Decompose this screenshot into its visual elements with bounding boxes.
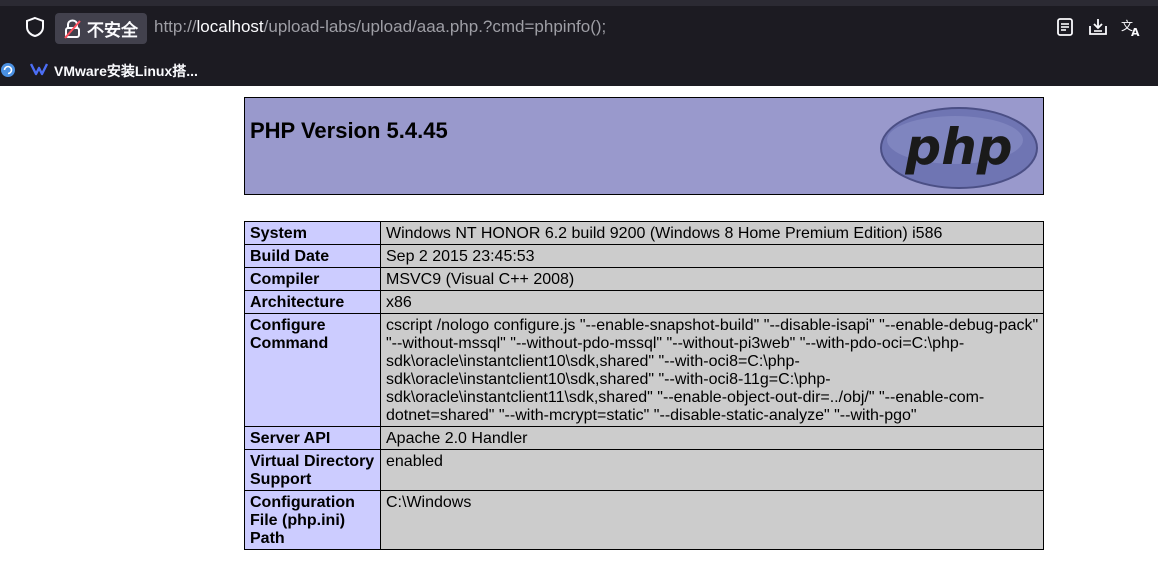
bookmark-favicon-icon[interactable]	[0, 62, 16, 78]
url-bar[interactable]: http://localhost/upload-labs/upload/aaa.…	[154, 17, 606, 37]
vmware-bookmark-icon	[30, 63, 48, 76]
info-row: Build Date Sep 2 2015 23:45:53	[244, 244, 1044, 268]
info-value: cscript /nologo configure.js "--enable-s…	[380, 313, 1044, 427]
info-key: Configuration File (php.ini) Path	[244, 490, 381, 550]
reader-view-icon[interactable]	[1055, 17, 1075, 37]
info-key: Build Date	[244, 244, 381, 268]
bookmark-vmware-linux[interactable]: VMware安装Linux搭...	[54, 61, 198, 81]
info-row: System Windows NT HONOR 6.2 build 9200 (W…	[244, 221, 1044, 245]
info-row: Compiler MSVC9 (Visual C++ 2008)	[244, 267, 1044, 291]
shield-icon[interactable]	[24, 16, 46, 38]
info-row: Architecture x86	[244, 290, 1044, 314]
info-value: Sep 2 2015 23:45:53	[380, 244, 1044, 268]
php-version-title: PHP Version 5.4.45	[250, 118, 448, 143]
security-indicator[interactable]: 不安全	[55, 13, 147, 44]
php-version-header: PHP Version 5.4.45 php	[244, 97, 1044, 195]
info-key: Virtual Directory Support	[244, 449, 381, 491]
info-key: System	[244, 221, 381, 245]
url-prefix: http://	[154, 17, 197, 36]
info-value: enabled	[380, 449, 1044, 491]
info-row: Virtual Directory Support enabled	[244, 449, 1044, 491]
php-logo-text: php	[904, 118, 1012, 176]
info-key: Configure Command	[244, 313, 381, 427]
url-path: /upload-labs/upload/aaa.php.?cmd=phpinfo…	[263, 17, 607, 36]
info-value: x86	[380, 290, 1044, 314]
info-value: Apache 2.0 Handler	[380, 426, 1044, 450]
security-label: 不安全	[87, 21, 138, 40]
info-row: Configuration File (php.ini) Path C:\Wind…	[244, 490, 1044, 550]
info-key: Server API	[244, 426, 381, 450]
info-key: Compiler	[244, 267, 381, 291]
php-logo[interactable]: php	[879, 106, 1039, 190]
url-host: localhost	[196, 17, 264, 36]
info-value: Windows NT HONOR 6.2 build 9200 (Windows…	[380, 221, 1044, 245]
info-row: Configure Command cscript /nologo configu…	[244, 313, 1044, 427]
translate-icon[interactable]: 文 A	[1121, 17, 1141, 37]
info-row: Server API Apache 2.0 Handler	[244, 426, 1044, 450]
download-icon[interactable]	[1088, 17, 1108, 37]
info-value: MSVC9 (Visual C++ 2008)	[380, 267, 1044, 291]
insecure-lock-icon	[64, 18, 81, 39]
php-info-table: System Windows NT HONOR 6.2 build 9200 (W…	[244, 221, 1044, 550]
svg-text:A: A	[1131, 26, 1140, 37]
info-value: C:\Windows	[380, 490, 1044, 550]
info-key: Architecture	[244, 290, 381, 314]
